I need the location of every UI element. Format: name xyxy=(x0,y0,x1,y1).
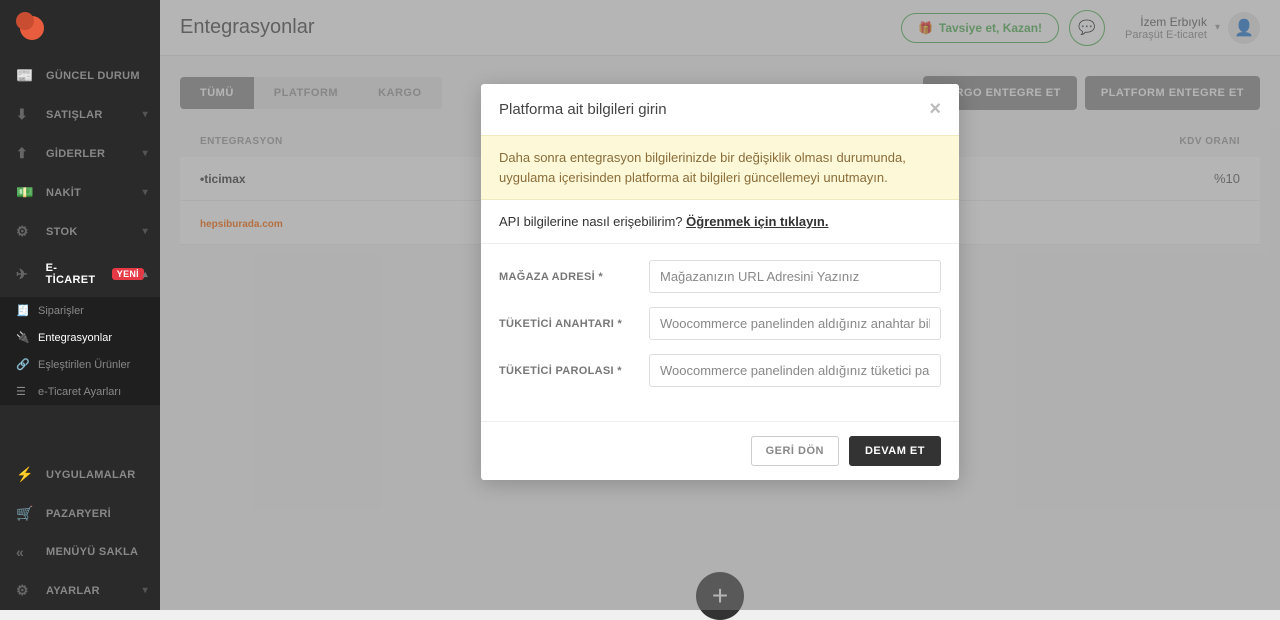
nav-label: AYARLAR xyxy=(46,585,100,597)
api-learn-link[interactable]: Öğrenmek için tıklayın. xyxy=(686,214,828,229)
plug-icon: 🔌 xyxy=(16,331,28,344)
list-icon: ☰ xyxy=(16,385,28,398)
input-store-address[interactable] xyxy=(649,260,941,293)
sub-label: e-Ticaret Ayarları xyxy=(38,386,121,398)
nav-menu-sakla[interactable]: « MENÜYÜ SAKLA xyxy=(0,533,160,571)
nav-label: SATIŞLAR xyxy=(46,109,103,121)
upload-icon: ⬆ xyxy=(16,145,36,162)
plane-icon: ✈ xyxy=(16,266,36,283)
modal-overlay: Platforma ait bilgileri girin × Daha son… xyxy=(160,0,1280,610)
modal: Platforma ait bilgileri girin × Daha son… xyxy=(481,84,959,480)
cart-icon: 🛒 xyxy=(16,505,36,522)
back-button[interactable]: GERİ DÖN xyxy=(751,436,839,466)
close-icon[interactable]: × xyxy=(929,98,941,121)
receipt-icon: 🧾 xyxy=(16,304,28,317)
nav-pazaryeri[interactable]: 🛒 PAZARYERİ xyxy=(0,494,160,533)
nav-label: MENÜYÜ SAKLA xyxy=(46,546,138,558)
bolt-icon: ⚡ xyxy=(16,466,36,483)
nav-label: UYGULAMALAR xyxy=(46,469,135,481)
sub-ayarlar[interactable]: ☰ e-Ticaret Ayarları xyxy=(0,378,160,405)
nav-label: STOK xyxy=(46,226,78,238)
nav-bottom: ⚡ UYGULAMALAR 🛒 PAZARYERİ « MENÜYÜ SAKLA ⚙ A… xyxy=(0,455,160,610)
modal-footer: GERİ DÖN DEVAM ET xyxy=(481,421,959,480)
form-row-key: TÜKETİCİ ANAHTARI * xyxy=(499,307,941,340)
modal-warning: Daha sonra entegrasyon bilgilerinizde bi… xyxy=(481,135,959,200)
nav-giderler[interactable]: ⬆ GİDERLER xyxy=(0,134,160,173)
link-icon: 🔗 xyxy=(16,358,28,371)
nav-label: E-TİCARET xyxy=(46,262,106,286)
sub-label: Entegrasyonlar xyxy=(38,332,112,344)
nav-eticaret-sub: 🧾 Siparişler 🔌 Entegrasyonlar 🔗 Eşleştirile… xyxy=(0,297,160,405)
nav-label: PAZARYERİ xyxy=(46,508,111,520)
newspaper-icon: 📰 xyxy=(16,67,36,84)
nav-label: NAKİT xyxy=(46,187,81,199)
nav-main: 📰 GÜNCEL DURUM ⬇ SATIŞLAR ⬆ GİDERLER 💵 NAKİT… xyxy=(0,56,160,405)
modal-title: Platforma ait bilgileri girin xyxy=(499,101,929,118)
download-icon: ⬇ xyxy=(16,106,36,123)
nav-nakit[interactable]: 💵 NAKİT xyxy=(0,173,160,212)
sub-eslestirilen[interactable]: 🔗 Eşleştirilen Ürünler xyxy=(0,351,160,378)
label-consumer-key: TÜKETİCİ ANAHTARI * xyxy=(499,318,649,330)
sidebar: 📰 GÜNCEL DURUM ⬇ SATIŞLAR ⬆ GİDERLER 💵 NAKİT… xyxy=(0,0,160,610)
nav-uygulamalar[interactable]: ⚡ UYGULAMALAR xyxy=(0,455,160,494)
nav-guncel-durum[interactable]: 📰 GÜNCEL DURUM xyxy=(0,56,160,95)
badge-new: YENİ xyxy=(112,268,144,280)
input-consumer-pass[interactable] xyxy=(649,354,941,387)
sub-label: Siparişler xyxy=(38,305,84,317)
main: Entegrasyonlar 🎁Tavsiye et, Kazan! 💬 İze… xyxy=(160,0,1280,610)
label-consumer-pass: TÜKETİCİ PAROLASI * xyxy=(499,365,649,377)
label-store-address: MAĞAZA ADRESİ * xyxy=(499,271,649,283)
cash-icon: 💵 xyxy=(16,184,36,201)
api-question: API bilgilerine nasıl erişebilirim? xyxy=(499,214,686,229)
nav-label: GÜNCEL DURUM xyxy=(46,70,140,82)
form-row-pass: TÜKETİCİ PAROLASI * xyxy=(499,354,941,387)
modal-api-info: API bilgilerine nasıl erişebilirim? Öğre… xyxy=(481,200,959,244)
nav-stok[interactable]: ⚙ STOK xyxy=(0,212,160,251)
sub-label: Eşleştirilen Ürünler xyxy=(38,359,130,371)
logo[interactable] xyxy=(16,12,48,44)
nav-label: GİDERLER xyxy=(46,148,105,160)
gear-icon: ⚙ xyxy=(16,582,36,599)
input-consumer-key[interactable] xyxy=(649,307,941,340)
gear-icon: ⚙ xyxy=(16,223,36,240)
nav-satislar[interactable]: ⬇ SATIŞLAR xyxy=(0,95,160,134)
sub-siparisler[interactable]: 🧾 Siparişler xyxy=(0,297,160,324)
modal-form: MAĞAZA ADRESİ * TÜKETİCİ ANAHTARI * TÜKE… xyxy=(481,244,959,421)
form-row-store: MAĞAZA ADRESİ * xyxy=(499,260,941,293)
collapse-icon: « xyxy=(16,544,36,560)
continue-button[interactable]: DEVAM ET xyxy=(849,436,941,466)
sub-entegrasyonlar[interactable]: 🔌 Entegrasyonlar xyxy=(0,324,160,351)
nav-ayarlar[interactable]: ⚙ AYARLAR xyxy=(0,571,160,610)
modal-head: Platforma ait bilgileri girin × xyxy=(481,84,959,135)
nav-eticaret[interactable]: ✈ E-TİCARET YENİ xyxy=(0,251,160,297)
